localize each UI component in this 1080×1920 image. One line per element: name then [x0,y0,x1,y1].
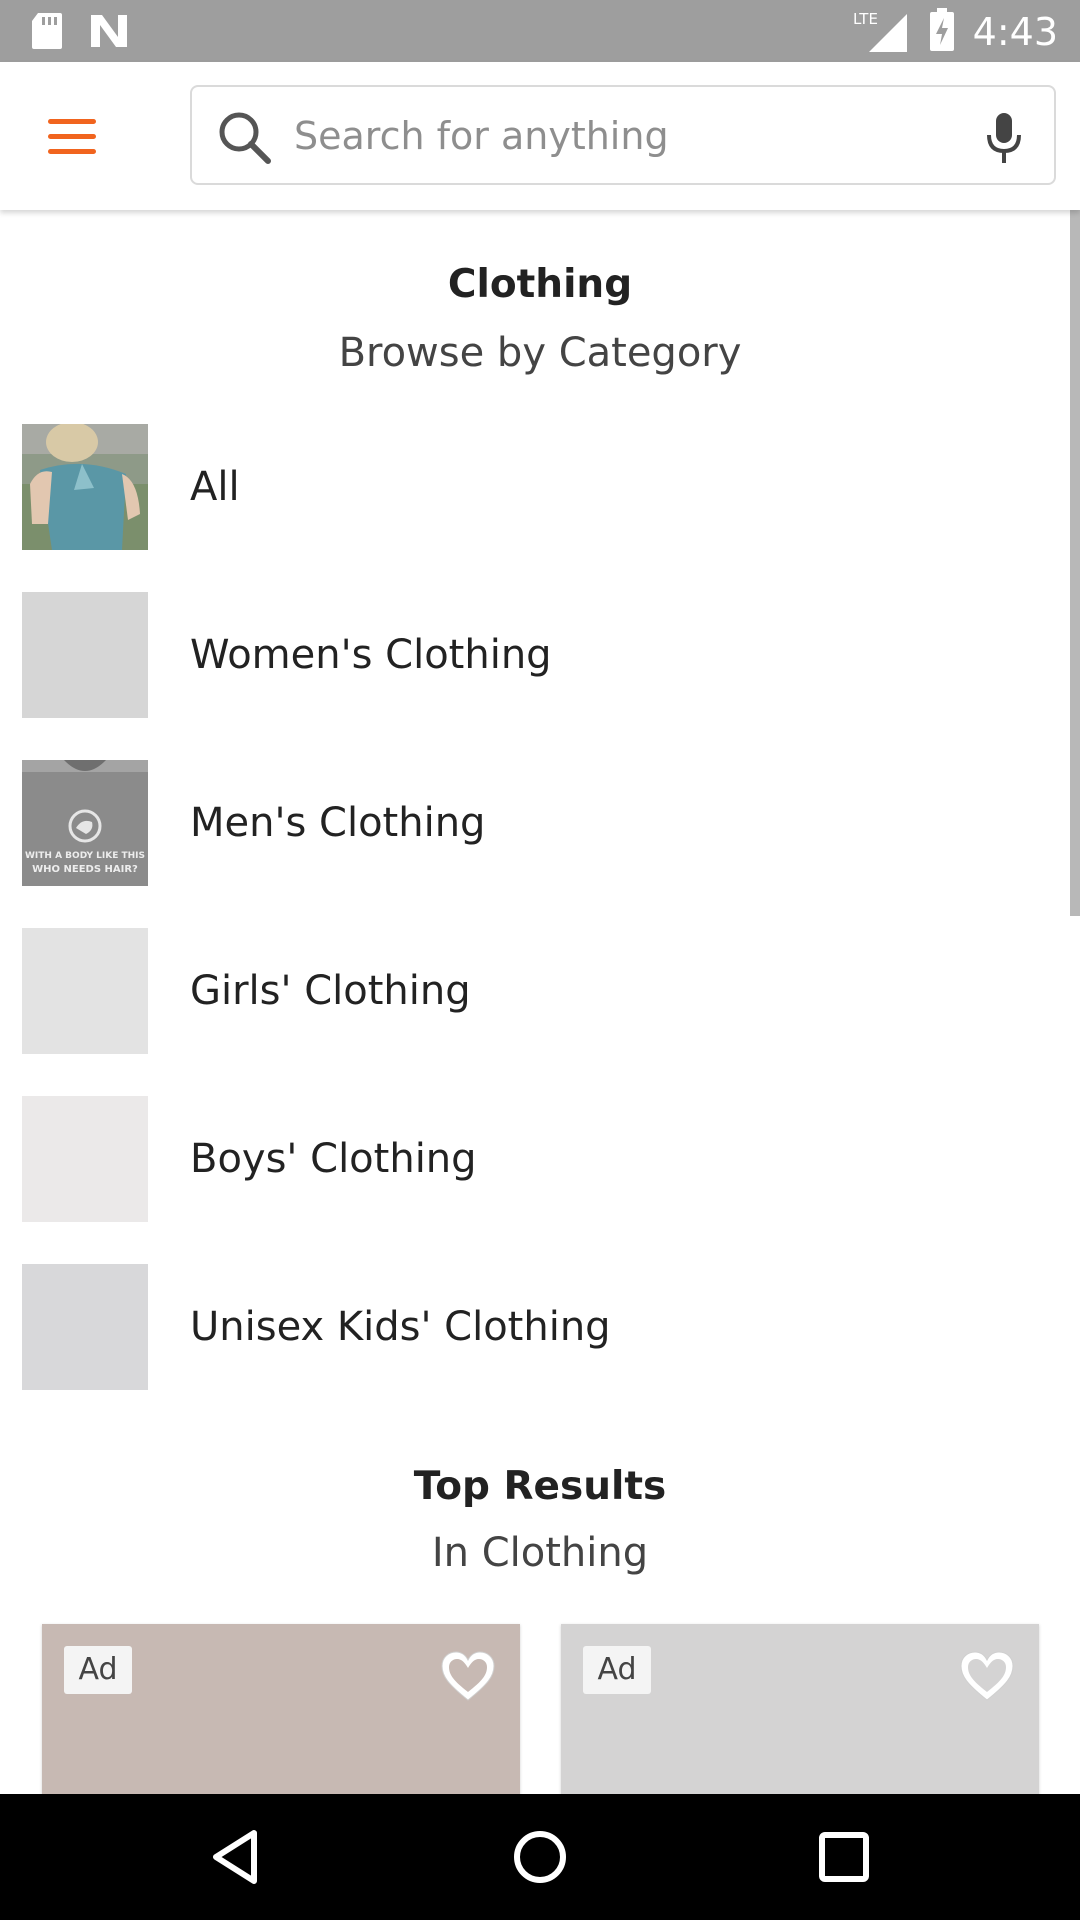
search-bar[interactable] [190,85,1056,185]
category-thumbnail [22,1096,148,1222]
hamburger-menu-icon [48,119,96,154]
top-app-bar [0,62,1080,210]
ad-badge: Ad [64,1646,132,1694]
back-triangle-icon [213,1830,257,1884]
status-time: 4:43 [972,10,1058,54]
category-label: Men's Clothing [190,800,486,846]
back-button[interactable] [206,1827,266,1887]
battery-charging-icon [929,8,955,56]
category-label: Women's Clothing [190,632,552,678]
page-title: Clothing [447,262,633,307]
search-input[interactable] [292,105,936,167]
top-results-title: Top Results [413,1464,667,1509]
category-item-boys-clothing[interactable]: Boys' Clothing [0,1096,1060,1222]
home-circle-icon [514,1831,566,1883]
search-icon [216,109,274,171]
signal-lte-icon: LTE [851,6,911,58]
category-label: Girls' Clothing [190,968,471,1014]
top-results-subtitle: In Clothing [431,1530,649,1576]
category-label: All [190,464,240,510]
microphone-icon[interactable] [984,111,1024,169]
product-card[interactable]: Ad [42,1624,520,1794]
category-thumbnail [22,1264,148,1390]
ad-badge: Ad [583,1646,651,1694]
category-label: Boys' Clothing [190,1136,477,1182]
category-item-unisex-kids-clothing[interactable]: Unisex Kids' Clothing [0,1264,1060,1390]
svg-text:LTE: LTE [853,10,878,28]
home-button[interactable] [510,1827,570,1887]
category-item-mens-clothing[interactable]: WITH A BODY LIKE THIS WHO NEEDS HAIR? Me… [0,760,1060,886]
menu-button[interactable] [40,106,110,166]
category-thumbnail [22,424,148,550]
category-item-all[interactable]: All [0,424,1060,550]
category-thumbnail [22,592,148,718]
scrollbar[interactable] [1070,210,1080,916]
favorite-heart-icon[interactable] [957,1648,1017,1708]
page-subtitle: Browse by Category [338,330,742,376]
category-label: Unisex Kids' Clothing [190,1304,611,1350]
system-navigation-bar [0,1794,1080,1920]
svg-text:WHO NEEDS HAIR?: WHO NEEDS HAIR? [32,864,138,875]
sd-card-icon [30,11,64,55]
category-thumbnail: WITH A BODY LIKE THIS WHO NEEDS HAIR? [22,760,148,886]
category-item-girls-clothing[interactable]: Girls' Clothing [0,928,1060,1054]
notification-n-icon [88,11,130,55]
recents-button[interactable] [814,1827,874,1887]
category-item-womens-clothing[interactable]: Women's Clothing [0,592,1060,718]
recents-square-icon [819,1832,869,1882]
category-browse-content: Clothing Browse by Category All Women's … [0,210,1080,1794]
svg-text:WITH A BODY LIKE THIS: WITH A BODY LIKE THIS [25,851,145,861]
category-thumbnail [22,928,148,1054]
product-card[interactable]: Ad [561,1624,1039,1794]
status-bar: LTE 4:43 [0,0,1080,62]
favorite-heart-icon[interactable] [438,1648,498,1708]
